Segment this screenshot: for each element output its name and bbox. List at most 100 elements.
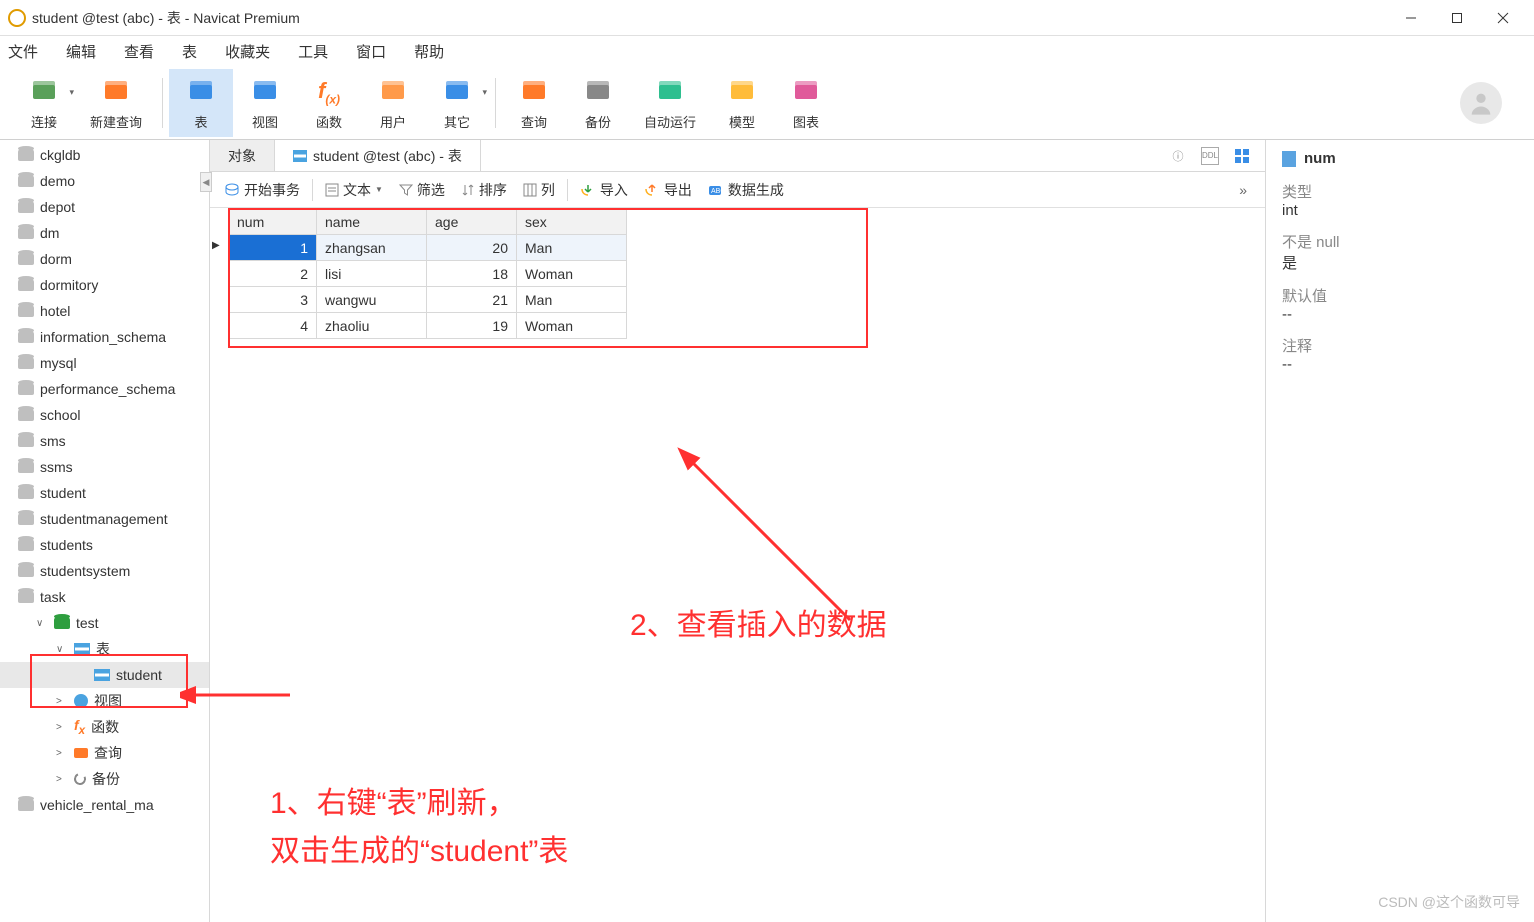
center-panel: 对象 student @test (abc) - 表 ⓘ DDL	[210, 140, 1266, 922]
sidebar-collapse-handle[interactable]: ◀	[200, 172, 212, 192]
col-header-num[interactable]: num	[229, 209, 317, 235]
tab-student[interactable]: student @test (abc) - 表	[275, 140, 481, 171]
menu-收藏夹[interactable]: 收藏夹	[225, 41, 270, 62]
menu-查看[interactable]: 查看	[124, 41, 154, 62]
tree-task[interactable]: task	[0, 584, 209, 610]
tree-vehicle_rental_ma[interactable]: vehicle_rental_ma	[0, 792, 209, 818]
prop-comment-label: 注释	[1282, 335, 1518, 356]
data-toolbar: 开始事务 文本▼ 筛选 排序 列	[210, 172, 1265, 208]
minimize-button[interactable]	[1388, 2, 1434, 34]
main-toolbar: 连接▾新建查询表视图f(x)函数用户其它▾查询备份自动运行模型图表	[0, 66, 1534, 140]
col-header-sex[interactable]: sex	[517, 209, 627, 235]
tree-表[interactable]: ∨表	[0, 636, 209, 662]
tree-depot[interactable]: depot	[0, 194, 209, 220]
table-row[interactable]: 4zhaoliu19Woman	[229, 313, 627, 339]
tree-studentsystem[interactable]: studentsystem	[0, 558, 209, 584]
annotation-1: 1、右键“表”刷新， 双击生成的“student”表	[270, 780, 568, 876]
tab-objects[interactable]: 对象	[210, 140, 275, 171]
tree-school[interactable]: school	[0, 402, 209, 428]
app-icon	[8, 9, 26, 27]
toolbar-新建查询[interactable]: 新建查询	[76, 69, 156, 137]
tree-student[interactable]: student	[0, 480, 209, 506]
tree-student[interactable]: student	[0, 662, 209, 688]
more-button[interactable]: »	[1229, 182, 1257, 198]
columns-button[interactable]: 列	[517, 180, 561, 200]
prop-notnull-value: 是	[1282, 252, 1518, 273]
toolbar-图表[interactable]: 图表	[774, 69, 838, 137]
watermark: CSDN @这个函数可导	[1378, 892, 1520, 912]
menu-文件[interactable]: 文件	[8, 41, 38, 62]
menu-帮助[interactable]: 帮助	[414, 41, 444, 62]
prop-default-label: 默认值	[1282, 285, 1518, 306]
menu-编辑[interactable]: 编辑	[66, 41, 96, 62]
column-icon	[1282, 151, 1296, 167]
menu-工具[interactable]: 工具	[298, 41, 328, 62]
close-button[interactable]	[1480, 2, 1526, 34]
tree-ssms[interactable]: ssms	[0, 454, 209, 480]
data-grid[interactable]: ▶ numnameagesex1zhangsan20Man2lisi18Woma…	[210, 208, 1265, 339]
generate-data-button[interactable]: ABC 数据生成	[702, 180, 790, 200]
tree-students[interactable]: students	[0, 532, 209, 558]
toolbar-查询[interactable]: 查询	[502, 69, 566, 137]
tree-information_schema[interactable]: information_schema	[0, 324, 209, 350]
tree-查询[interactable]: >查询	[0, 740, 209, 766]
annotation-2: 2、查看插入的数据	[630, 600, 887, 644]
tree-studentmanagement[interactable]: studentmanagement	[0, 506, 209, 532]
toolbar-连接[interactable]: 连接▾	[12, 69, 76, 137]
tree-dormitory[interactable]: dormitory	[0, 272, 209, 298]
tree-mysql[interactable]: mysql	[0, 350, 209, 376]
table-row[interactable]: 3wangwu21Man	[229, 287, 627, 313]
ddl-icon[interactable]: DDL	[1201, 147, 1219, 165]
table-row[interactable]: 2lisi18Woman	[229, 261, 627, 287]
tree-函数[interactable]: >fx函数	[0, 714, 209, 740]
table-icon	[293, 150, 307, 162]
tree-视图[interactable]: >视图	[0, 688, 209, 714]
prop-default-value: --	[1282, 306, 1518, 323]
toolbar-视图[interactable]: 视图	[233, 69, 297, 137]
window-title: student @test (abc) - 表 - Navicat Premiu…	[32, 8, 1388, 28]
toolbar-备份[interactable]: 备份	[566, 69, 630, 137]
title-bar: student @test (abc) - 表 - Navicat Premiu…	[0, 0, 1534, 36]
toolbar-用户[interactable]: 用户	[361, 69, 425, 137]
current-row-marker: ▶	[212, 240, 220, 251]
col-header-age[interactable]: age	[427, 209, 517, 235]
tree-performance_schema[interactable]: performance_schema	[0, 376, 209, 402]
tree-ckgldb[interactable]: ckgldb	[0, 142, 209, 168]
svg-text:ABC: ABC	[711, 188, 724, 195]
tab-label: student @test (abc) - 表	[313, 146, 462, 166]
menu-bar: 文件 编辑 查看 表 收藏夹 工具 窗口 帮助	[0, 36, 1534, 66]
toolbar-模型[interactable]: 模型	[710, 69, 774, 137]
properties-panel: num 类型 int 不是 null 是 默认值 -- 注释 --	[1266, 140, 1534, 922]
text-button[interactable]: 文本▼	[319, 180, 389, 200]
begin-transaction-button[interactable]: 开始事务	[218, 180, 306, 200]
tree-test[interactable]: ∨test	[0, 610, 209, 636]
table-row[interactable]: 1zhangsan20Man	[229, 235, 627, 261]
info-icon[interactable]: ⓘ	[1169, 147, 1187, 165]
toolbar-自动运行[interactable]: 自动运行	[630, 69, 710, 137]
filter-button[interactable]: 筛选	[393, 180, 451, 200]
tree-dm[interactable]: dm	[0, 220, 209, 246]
prop-type-label: 类型	[1282, 181, 1518, 202]
toolbar-表[interactable]: 表	[169, 69, 233, 137]
tab-bar: 对象 student @test (abc) - 表 ⓘ DDL	[210, 140, 1265, 172]
prop-comment-value: --	[1282, 356, 1518, 373]
toolbar-其它[interactable]: 其它▾	[425, 69, 489, 137]
tree-demo[interactable]: demo	[0, 168, 209, 194]
menu-表[interactable]: 表	[182, 41, 197, 62]
menu-窗口[interactable]: 窗口	[356, 41, 386, 62]
tree-dorm[interactable]: dorm	[0, 246, 209, 272]
sidebar-tree[interactable]: ckgldbdemodepotdmdormdormitoryhotelinfor…	[0, 140, 210, 922]
col-header-name[interactable]: name	[317, 209, 427, 235]
sort-button[interactable]: 排序	[455, 180, 513, 200]
import-button[interactable]: 导入	[574, 180, 634, 200]
tree-sms[interactable]: sms	[0, 428, 209, 454]
prop-type-value: int	[1282, 202, 1518, 219]
prop-notnull-label: 不是 null	[1282, 231, 1518, 252]
user-avatar[interactable]	[1460, 82, 1502, 124]
tree-备份[interactable]: >备份	[0, 766, 209, 792]
toolbar-函数[interactable]: f(x)函数	[297, 69, 361, 137]
grid-view-icon[interactable]	[1233, 147, 1251, 165]
maximize-button[interactable]	[1434, 2, 1480, 34]
export-button[interactable]: 导出	[638, 180, 698, 200]
tree-hotel[interactable]: hotel	[0, 298, 209, 324]
